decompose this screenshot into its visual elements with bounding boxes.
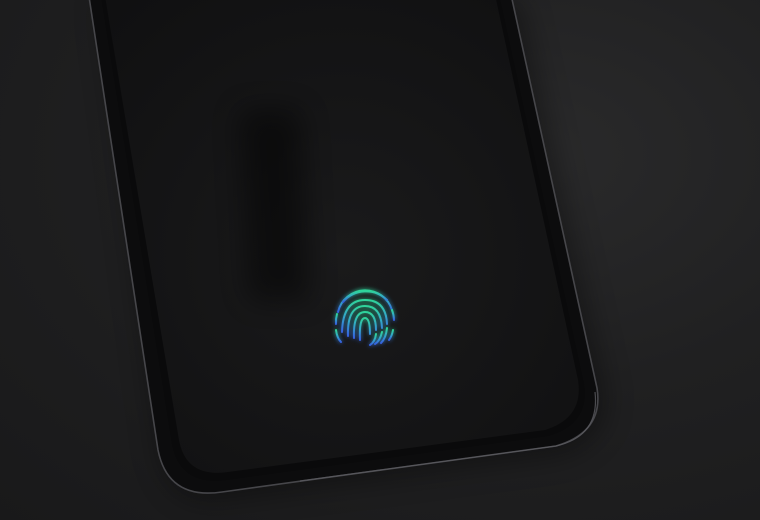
photo-scene: [0, 0, 760, 520]
phone-screen: [105, 0, 579, 473]
phone-illustration: [88, 0, 606, 501]
screen-reflection: [240, 110, 310, 300]
